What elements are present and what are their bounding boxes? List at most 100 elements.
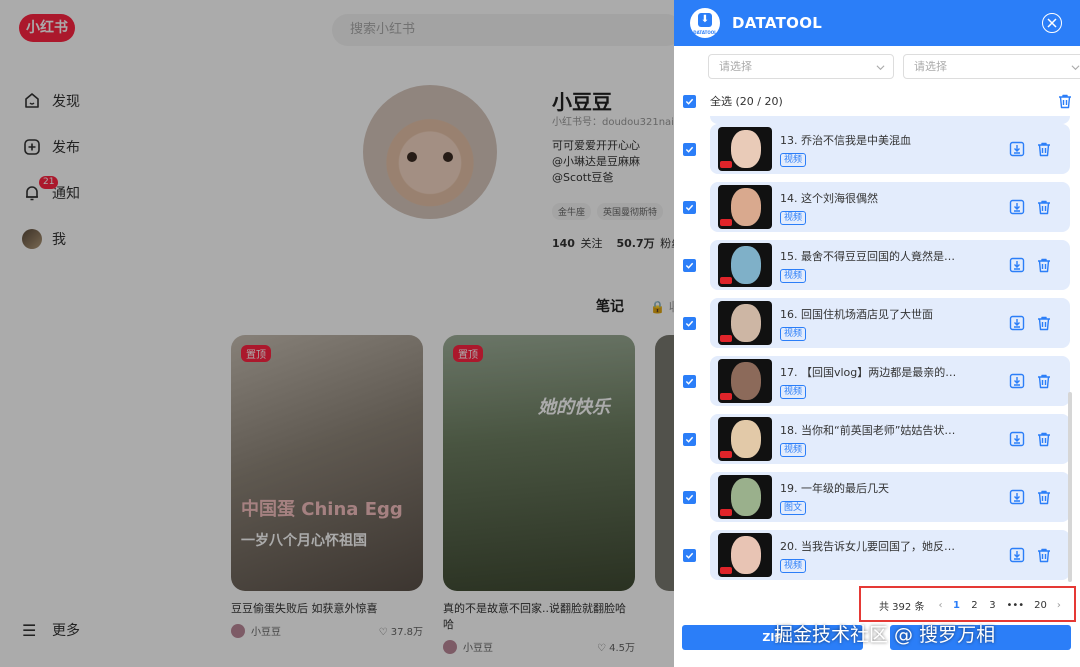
item-card: 15. 最舍不得豆豆回国的人竟然是… 视频 <box>710 240 1070 290</box>
item-type-badge: 视频 <box>780 152 807 167</box>
download-icon[interactable] <box>1009 199 1025 215</box>
item-checkbox[interactable] <box>683 490 696 504</box>
thumb-image <box>731 478 761 516</box>
zip-badge <box>720 219 732 226</box>
page-2[interactable]: 2 <box>970 600 978 611</box>
filter-bar: 请选择 请选择 <box>708 54 1080 79</box>
download-icon[interactable] <box>1009 431 1025 447</box>
chevron-left-icon[interactable]: ‹ <box>938 600 942 611</box>
filter-select-1[interactable]: 请选择 <box>708 54 894 79</box>
panel-title: DATATOOL <box>732 14 823 32</box>
video-thumbnail <box>718 127 772 171</box>
download-icon[interactable] <box>1009 315 1025 331</box>
trash-icon[interactable] <box>1036 547 1052 563</box>
trash-icon[interactable] <box>1036 199 1052 215</box>
item-card: 17. 【回国vlog】两边都是最亲的人啊 视频 <box>710 356 1070 406</box>
select-placeholder: 请选择 <box>719 60 752 73</box>
check-icon <box>685 204 694 211</box>
item-title: 17. 【回国vlog】两边都是最亲的人啊 <box>780 365 965 379</box>
select-placeholder: 请选择 <box>914 60 947 73</box>
trash-icon[interactable] <box>1036 431 1052 447</box>
item-title: 19. 一年级的最后几天 <box>780 481 889 495</box>
thumb-image <box>731 130 761 168</box>
download-icon[interactable] <box>1009 489 1025 505</box>
item-type-badge: 视频 <box>780 210 807 225</box>
thumb-image <box>731 420 761 458</box>
chevron-down-icon <box>876 65 885 71</box>
item-type-badge: 视频 <box>780 326 807 341</box>
download-list: 13. 乔治不信我是中美混血 视频 14. 这个刘海很偶然 视频 15. 最舍不… <box>674 116 1080 584</box>
logo-text: DATATOOL <box>693 30 717 35</box>
thumb-image <box>731 362 761 400</box>
select-all-label: 全选 (20 / 20) <box>710 95 783 108</box>
download-icon[interactable] <box>1009 547 1025 563</box>
video-thumbnail <box>718 301 772 345</box>
item-title: 13. 乔治不信我是中美混血 <box>780 133 911 147</box>
chevron-down-icon <box>1071 65 1080 71</box>
item-checkbox[interactable] <box>683 316 696 330</box>
trash-icon[interactable] <box>1036 489 1052 505</box>
page-ellipsis[interactable]: ••• <box>1006 600 1024 611</box>
item-title: 16. 回国住机场酒店见了大世面 <box>780 307 933 321</box>
item-title: 15. 最舍不得豆豆回国的人竟然是… <box>780 249 955 263</box>
trash-icon[interactable] <box>1057 93 1073 109</box>
zip-badge <box>720 451 732 458</box>
zip-badge <box>720 509 732 516</box>
chevron-right-icon[interactable]: › <box>1057 600 1061 611</box>
item-checkbox[interactable] <box>683 374 696 388</box>
panel-header: ⬇ DATATOOL DATATOOL <box>674 0 1080 46</box>
page-1[interactable]: 1 <box>952 600 960 611</box>
item-checkbox[interactable] <box>683 432 696 446</box>
item-card: 19. 一年级的最后几天 图文 <box>710 472 1070 522</box>
list-item-partial <box>710 116 1070 124</box>
trash-icon[interactable] <box>1036 315 1052 331</box>
trash-icon[interactable] <box>1036 141 1052 157</box>
list-item: 18. 当你和“前英国老师”姑姑告状他儿子… 视频 <box>683 414 1073 464</box>
select-all-row: 全选 (20 / 20) <box>683 93 1073 109</box>
filter-select-2[interactable]: 请选择 <box>903 54 1080 79</box>
list-item: 20. 当我告诉女儿要回国了，她反应好夸张 视频 <box>683 530 1073 580</box>
check-icon <box>685 262 694 269</box>
video-thumbnail <box>718 243 772 287</box>
close-icon <box>1047 18 1057 28</box>
item-type-badge: 视频 <box>780 384 807 399</box>
item-checkbox[interactable] <box>683 548 696 562</box>
video-thumbnail <box>718 185 772 229</box>
trash-icon[interactable] <box>1036 373 1052 389</box>
trash-icon[interactable] <box>1036 257 1052 273</box>
item-checkbox[interactable] <box>683 200 696 214</box>
page-20[interactable]: 20 <box>1034 600 1047 611</box>
item-type-badge: 视频 <box>780 442 807 457</box>
video-thumbnail <box>718 417 772 461</box>
item-checkbox[interactable] <box>683 258 696 272</box>
zip-badge <box>720 567 732 574</box>
item-title: 14. 这个刘海很偶然 <box>780 191 878 205</box>
item-title: 20. 当我告诉女儿要回国了，她反应好夸张 <box>780 539 965 553</box>
list-item: 17. 【回国vlog】两边都是最亲的人啊 视频 <box>683 356 1073 406</box>
check-icon <box>685 98 694 105</box>
thumb-image <box>731 304 761 342</box>
list-item: 15. 最舍不得豆豆回国的人竟然是… 视频 <box>683 240 1073 290</box>
page-3[interactable]: 3 <box>988 600 996 611</box>
list-scrollbar[interactable] <box>1068 392 1072 582</box>
zip-badge <box>720 393 732 400</box>
zip-badge <box>720 277 732 284</box>
video-thumbnail <box>718 475 772 519</box>
download-icon[interactable] <box>1009 257 1025 273</box>
check-icon <box>685 378 694 385</box>
close-button[interactable] <box>1042 13 1062 33</box>
check-icon <box>685 146 694 153</box>
item-title: 18. 当你和“前英国老师”姑姑告状他儿子… <box>780 423 965 437</box>
watermark: 掘金技术社区 @ 搜罗万相 <box>774 624 996 646</box>
check-icon <box>685 436 694 443</box>
check-icon <box>685 552 694 559</box>
download-icon[interactable] <box>1009 373 1025 389</box>
item-checkbox[interactable] <box>683 142 696 156</box>
select-all-checkbox[interactable] <box>683 94 696 108</box>
thumb-image <box>731 246 761 284</box>
zip-badge <box>720 161 732 168</box>
item-card: 20. 当我告诉女儿要回国了，她反应好夸张 视频 <box>710 530 1070 580</box>
list-item: 19. 一年级的最后几天 图文 <box>683 472 1073 522</box>
download-icon[interactable] <box>1009 141 1025 157</box>
check-icon <box>685 320 694 327</box>
